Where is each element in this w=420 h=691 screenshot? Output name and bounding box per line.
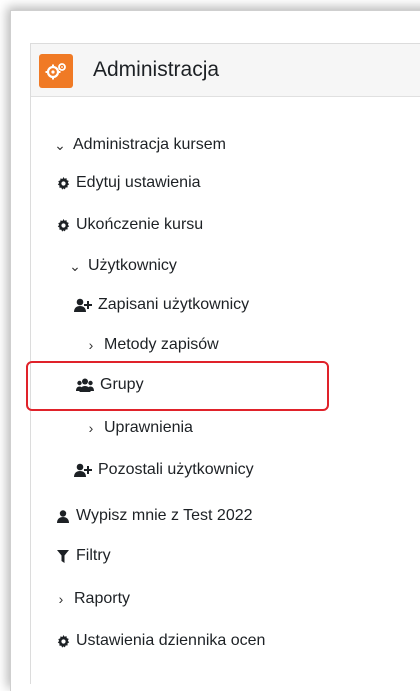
tree-item-users[interactable]: ⌄ Użytkownicy — [68, 251, 177, 281]
tree-item-label: Ukończenie kursu — [76, 216, 204, 233]
tree-item-label: Edytuj ustawienia — [76, 174, 201, 191]
tree-item-course-completion[interactable]: Ukończenie kursu — [56, 210, 203, 240]
tree-item-label: Ustawienia dziennika ocen — [76, 632, 266, 649]
block-header: Administracja — [31, 44, 420, 97]
cog-icon — [56, 218, 70, 232]
tree-item-enrolment-methods[interactable]: › Metody zapisów — [84, 330, 219, 360]
tree-item-reports[interactable]: › Raporty — [54, 584, 130, 614]
tree-item-label: Wypisz mnie z Test 2022 — [76, 507, 253, 524]
tree-item-label: Zapisani użytkownicy — [98, 296, 250, 313]
tree-item-unenrol[interactable]: Wypisz mnie z Test 2022 — [56, 501, 253, 531]
chevron-right-icon: › — [58, 591, 64, 607]
tree-item-label: Pozostali użytkownicy — [98, 461, 254, 478]
user-icon — [56, 509, 70, 523]
tree-item-label: Metody zapisów — [104, 336, 219, 353]
chevron-down-icon: ⌄ — [69, 257, 81, 274]
tree-item-edit-settings[interactable]: Edytuj ustawienia — [56, 168, 201, 198]
tree-item-other-users[interactable]: Pozostali użytkownicy — [74, 455, 254, 485]
user-plus-icon — [74, 298, 92, 312]
gears-icon — [39, 54, 73, 88]
users-group-icon — [76, 378, 94, 392]
filter-icon — [56, 549, 70, 563]
highlight-box — [26, 361, 329, 411]
tree-item-gradebook-setup[interactable]: Ustawienia dziennika ocen — [56, 626, 265, 656]
tree-item-course-admin[interactable]: ⌄ Administracja kursem — [53, 130, 226, 160]
chevron-right-icon: › — [88, 337, 94, 353]
chevron-right-icon: › — [88, 420, 94, 436]
chevron-down-icon: ⌄ — [54, 136, 66, 153]
tree-item-label: Raporty — [74, 590, 131, 607]
user-plus-icon — [74, 463, 92, 477]
block-title: Administracja — [93, 58, 220, 81]
tree-item-enrolled-users[interactable]: Zapisani użytkownicy — [74, 290, 249, 320]
cog-icon — [56, 176, 70, 190]
tree-item-label: Uprawnienia — [104, 419, 193, 436]
tree-item-label: Administracja kursem — [73, 136, 226, 153]
cog-icon — [56, 634, 70, 648]
tree-item-groups[interactable]: Grupy — [76, 370, 144, 400]
tree-item-label: Użytkownicy — [88, 257, 177, 274]
tree-item-label: Grupy — [100, 376, 144, 393]
tree-item-label: Filtry — [76, 547, 111, 564]
tree-item-filters[interactable]: Filtry — [56, 541, 111, 571]
tree-item-permissions[interactable]: › Uprawnienia — [84, 413, 193, 443]
